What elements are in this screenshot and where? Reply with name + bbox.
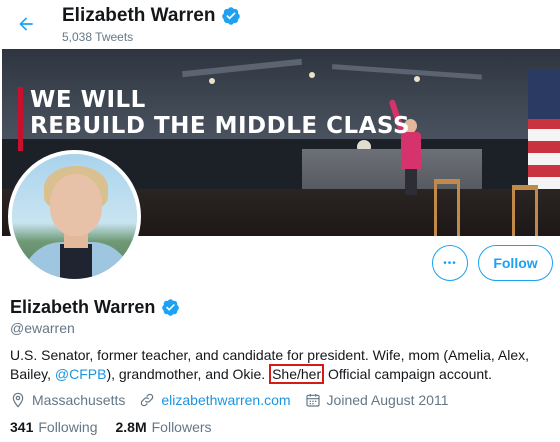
arrow-left-icon	[19, 17, 33, 31]
bio-pronouns-highlight: She/her	[269, 364, 325, 384]
header-name: Elizabeth Warren	[62, 5, 241, 27]
back-button[interactable]	[12, 10, 40, 38]
followers-stat[interactable]: 2.8M Followers	[116, 419, 212, 435]
location-text: Massachusetts	[32, 392, 126, 408]
stool-right	[512, 185, 538, 236]
follow-button[interactable]: Follow	[478, 245, 553, 281]
profile-name: Elizabeth Warren	[10, 297, 180, 318]
profile-stats: 341 Following 2.8M Followers	[10, 419, 212, 435]
profile-header: Elizabeth Warren 5,038 Tweets	[0, 0, 560, 50]
followers-count: 2.8M	[115, 419, 147, 435]
tweet-count: 5,038 Tweets	[62, 30, 134, 44]
following-count: 341	[10, 419, 34, 435]
more-options-button[interactable]: •••	[432, 245, 468, 281]
bio-mention-link[interactable]: @CFPB	[55, 366, 107, 382]
banner-headline-line2: REBUILD THE MIDDLE CLASS	[30, 113, 411, 139]
followers-label: Followers	[151, 419, 212, 435]
more-dots-icon: •••	[443, 257, 457, 269]
following-label: Following	[38, 419, 98, 435]
profile-meta: Massachusetts elizabethwarren.com Joined…	[10, 392, 463, 408]
banner-headline-line1: WE WILL	[30, 87, 146, 113]
website-item: elizabethwarren.com	[139, 392, 291, 408]
link-icon	[141, 393, 154, 407]
location-item: Massachusetts	[10, 392, 125, 408]
bio-text-3: Official campaign account.	[324, 366, 492, 382]
website-link[interactable]: elizabethwarren.com	[161, 392, 290, 408]
flag-canton	[528, 69, 560, 119]
banner-accent-bar	[18, 87, 23, 151]
verified-badge-icon	[162, 299, 180, 316]
joined-text: Joined August 2011	[326, 392, 449, 408]
profile-bio: U.S. Senator, former teacher, and candid…	[10, 346, 550, 384]
profile-name-text: Elizabeth Warren	[10, 297, 156, 317]
profile-avatar[interactable]	[8, 150, 141, 283]
calendar-icon	[305, 394, 320, 407]
stool-left	[434, 179, 460, 236]
verified-badge-icon	[222, 7, 241, 25]
bio-text-2: ), grandmother, and Okie.	[106, 366, 270, 382]
joined-item: Joined August 2011	[305, 392, 449, 408]
following-stat[interactable]: 341 Following	[10, 419, 98, 435]
location-pin-icon	[12, 392, 24, 408]
header-name-text: Elizabeth Warren	[62, 5, 216, 26]
profile-handle: @ewarren	[10, 320, 75, 336]
